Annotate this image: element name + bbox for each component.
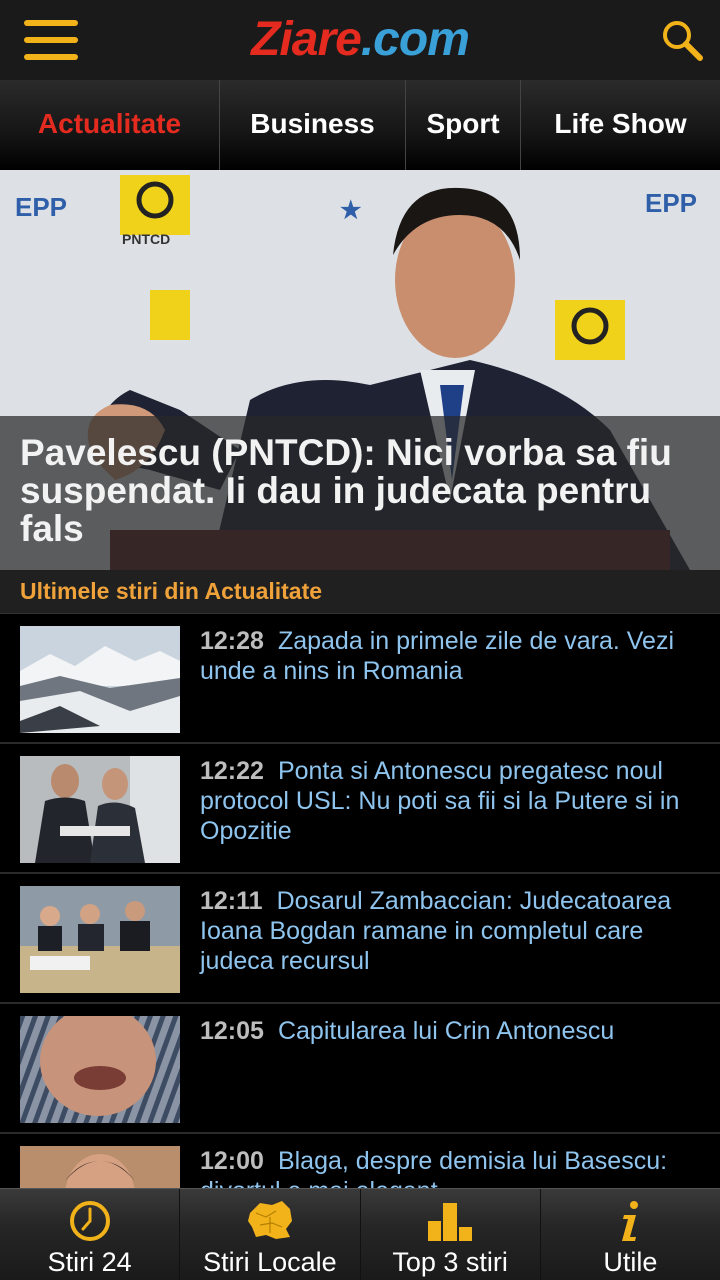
tab-label: Business — [250, 108, 375, 139]
backdrop-text: EPP — [15, 192, 67, 222]
top-bar: Ziare.com — [0, 0, 720, 80]
tab-actualitate[interactable]: Actualitate — [0, 80, 220, 170]
logo[interactable]: Ziare.com — [0, 12, 720, 67]
tab-label: Life Show — [554, 108, 687, 139]
news-time: 12:11 — [200, 887, 263, 915]
tab-business[interactable]: Business — [220, 80, 406, 170]
tab-label: Sport — [426, 108, 500, 139]
news-time: 12:00 — [200, 1147, 264, 1175]
news-text: 12:11 Dosarul Zambaccian: Judecatoarea Io… — [200, 886, 705, 976]
hero-article[interactable]: PNTCD EPP EPP ★ Pavelescu (PNTCD): Nici … — [0, 170, 720, 570]
hero-caption: Pavelescu (PNTCD): Nici vorba sa fiu sus… — [0, 416, 720, 570]
news-text: 12:00 Blaga, despre demisia lui Basescu: … — [200, 1146, 705, 1188]
romania-map-icon — [247, 1201, 292, 1239]
news-title[interactable]: Zapada in primele zile de vara. Vezi und… — [200, 627, 674, 685]
hero-title[interactable]: Pavelescu (PNTCD): Nici vorba sa fiu sus… — [20, 434, 700, 548]
clock-icon — [69, 1201, 110, 1241]
info-icon — [622, 1201, 639, 1241]
news-title[interactable]: Ponta si Antonescu pregatesc noul protoc… — [200, 757, 679, 845]
news-item[interactable]: 12:28 Zapada in primele zile de vara. Vez… — [0, 614, 720, 744]
news-time: 12:22 — [200, 757, 264, 785]
news-title[interactable]: Capitularea lui Crin Antonescu — [278, 1017, 614, 1045]
nav-stiri-24[interactable]: Stiri 24 — [0, 1189, 181, 1280]
news-time: 12:05 — [200, 1017, 264, 1045]
section-title: Ultimele stiri din Actualitate — [0, 570, 720, 614]
backdrop-text: PNTCD — [122, 231, 170, 247]
news-list: 12:28 Zapada in primele zile de vara. Vez… — [0, 614, 720, 1188]
news-thumbnail — [20, 1146, 180, 1188]
tab-life-show[interactable]: Life Show — [521, 80, 720, 170]
news-thumbnail — [20, 886, 180, 993]
bottom-nav: Stiri 24 Stiri Locale Top 3 stiri Utile — [0, 1188, 720, 1280]
category-tabs: Actualitate Business Sport Life Show — [0, 80, 720, 170]
news-item[interactable]: 12:22 Ponta si Antonescu pregatesc noul p… — [0, 744, 720, 874]
nav-label: Stiri 24 — [47, 1247, 132, 1277]
news-time: 12:28 — [200, 627, 264, 655]
news-item[interactable]: 12:00 Blaga, despre demisia lui Basescu: … — [0, 1134, 720, 1188]
news-title[interactable]: Blaga, despre demisia lui Basescu: divor… — [200, 1147, 667, 1188]
podium-icon — [428, 1203, 473, 1241]
news-text: 12:22 Ponta si Antonescu pregatesc noul p… — [200, 756, 705, 846]
svg-text:★: ★ — [340, 197, 362, 224]
tab-label: Actualitate — [37, 108, 182, 139]
news-thumbnail — [20, 626, 180, 733]
news-thumbnail — [20, 756, 180, 863]
nav-label: Top 3 stiri — [392, 1247, 508, 1277]
logo-part2: .com — [360, 13, 470, 66]
nav-utile[interactable]: Utile — [541, 1189, 720, 1280]
nav-label: Utile — [603, 1247, 658, 1277]
backdrop-text: EPP — [645, 188, 697, 218]
news-text: 12:05 Capitularea lui Crin Antonescu — [200, 1016, 705, 1046]
news-item[interactable]: 12:11 Dosarul Zambaccian: Judecatoarea Io… — [0, 874, 720, 1004]
news-item[interactable]: 12:05 Capitularea lui Crin Antonescu — [0, 1004, 720, 1134]
news-thumbnail — [20, 1016, 180, 1123]
nav-top-3-stiri[interactable]: Top 3 stiri — [361, 1189, 541, 1280]
nav-label: Stiri Locale — [203, 1247, 337, 1277]
news-title[interactable]: Dosarul Zambaccian: Judecatoarea Ioana B… — [200, 887, 671, 975]
news-text: 12:28 Zapada in primele zile de vara. Vez… — [200, 626, 705, 686]
tab-sport[interactable]: Sport — [406, 80, 521, 170]
logo-part1: Ziare — [251, 13, 362, 66]
nav-stiri-locale[interactable]: Stiri Locale — [180, 1189, 361, 1280]
search-icon[interactable] — [660, 18, 704, 62]
